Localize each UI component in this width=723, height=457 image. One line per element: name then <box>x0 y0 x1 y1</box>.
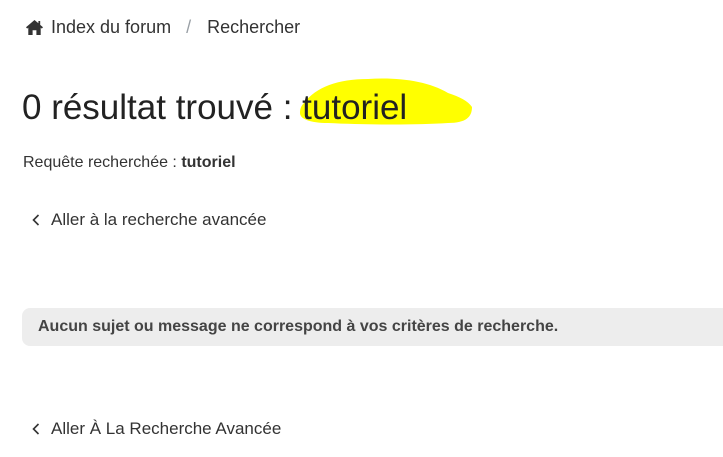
title-prefix: 0 résultat trouvé <box>22 88 273 127</box>
query-label: Requête recherchée : <box>23 154 177 171</box>
advanced-search-link-bottom[interactable]: Aller À La Recherche Avancée <box>32 419 281 439</box>
query-value: tutoriel <box>181 154 236 171</box>
page-title: 0 résultat trouvé : tutoriel <box>22 87 407 129</box>
advanced-search-link-top[interactable]: Aller à la recherche avancée <box>32 210 266 230</box>
search-results-page: Index du forum / Rechercher 0 résultat t… <box>0 0 723 457</box>
no-results-message: Aucun sujet ou message ne correspond à v… <box>38 318 559 335</box>
search-query-line: Requête recherchée : tutoriel <box>23 154 236 172</box>
chevron-left-icon <box>32 214 40 226</box>
title-keyword: tutoriel <box>302 88 408 127</box>
chevron-left-icon <box>32 423 40 435</box>
title-area: 0 résultat trouvé : tutoriel <box>0 0 723 140</box>
title-separator: : <box>272 88 303 127</box>
no-results-notice: Aucun sujet ou message ne correspond à v… <box>22 308 723 346</box>
advanced-search-label-top: Aller à la recherche avancée <box>51 210 267 229</box>
advanced-search-label-bottom: Aller À La Recherche Avancée <box>51 419 282 438</box>
